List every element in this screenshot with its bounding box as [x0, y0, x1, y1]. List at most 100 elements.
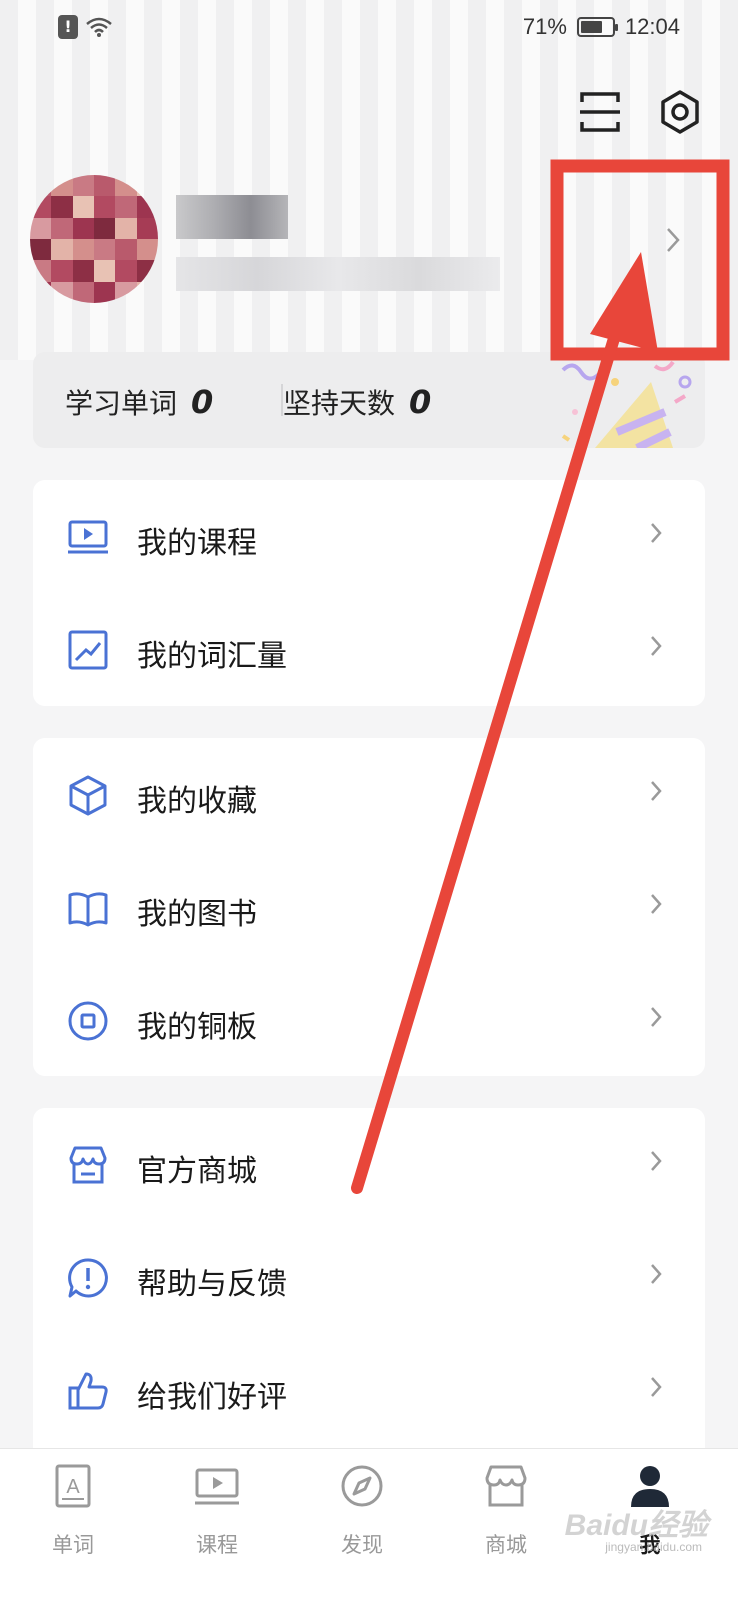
avatar-pixel [115, 196, 137, 218]
svg-text:A: A [66, 1476, 80, 1498]
avatar-pixel [72, 196, 94, 218]
scan-icon[interactable] [576, 88, 624, 136]
menu-label: 我的图书 [137, 897, 257, 932]
avatar-pixel [30, 281, 52, 303]
avatar-pixel [72, 239, 94, 261]
vocabulary-chart-icon [68, 630, 108, 670]
avatar[interactable] [30, 175, 158, 303]
avatar-pixel [94, 239, 116, 261]
menu-item-my-courses[interactable]: 我的课程 [33, 480, 705, 592]
days-stat: 坚持天数 0 [283, 382, 431, 422]
avatar-pixel [115, 260, 137, 282]
menu-label: 我的铜板 [137, 1010, 257, 1045]
tab-label: 发现 [341, 1533, 383, 1557]
battery-icon [576, 17, 618, 37]
menu-group-1: 我的课程 我的词汇量 [33, 480, 705, 706]
chevron-right-icon [651, 1377, 662, 1397]
menu-group-3: 官方商城 帮助与反馈 给我们好评 [33, 1108, 705, 1448]
tab-label: 课程 [196, 1533, 238, 1557]
tab-discover[interactable]: 发现 [302, 1463, 422, 1583]
book-icon [68, 892, 108, 927]
avatar-pixel [51, 239, 73, 261]
menu-label: 帮助与反馈 [137, 1267, 287, 1302]
avatar-pixel [115, 281, 137, 303]
chevron-right-icon [651, 1264, 662, 1284]
menu-item-help-feedback[interactable]: 帮助与反馈 [33, 1221, 705, 1333]
avatar-pixel [94, 196, 116, 218]
chevron-right-icon [651, 781, 662, 801]
avatar-pixel [30, 239, 52, 261]
avatar-pixel [51, 175, 73, 197]
words-value: 0 [191, 383, 214, 421]
course-icon [195, 1468, 239, 1505]
store-icon [69, 1146, 107, 1184]
chevron-right-icon [651, 523, 662, 543]
tab-store[interactable]: 商城 [446, 1463, 566, 1583]
avatar-pixel [115, 239, 137, 261]
status-bar: ! 71% 12:04 [0, 0, 738, 58]
battery-fill [580, 21, 603, 33]
watermark-url: jingyan.baidu.com [605, 1540, 702, 1554]
days-label: 坚持天数 [283, 387, 396, 420]
profile-row[interactable] [30, 175, 710, 315]
status-right: 71% 12:04 [523, 14, 680, 40]
battery-percent: 71% [522, 14, 567, 39]
avatar-pixel [72, 217, 94, 239]
avatar-pixel [136, 281, 158, 303]
tab-label: 商城 [485, 1533, 527, 1557]
avatar-pixel [30, 175, 52, 197]
chevron-right-icon [651, 636, 662, 656]
menu-item-my-books[interactable]: 我的图书 [33, 851, 705, 963]
avatar-pixel [72, 260, 94, 282]
thumbs-up-icon [68, 1372, 108, 1410]
avatar-pixel [94, 260, 116, 282]
words-stat: 学习单词 0 [65, 382, 213, 422]
avatar-pixel [136, 239, 158, 261]
word-card-icon: A [55, 1464, 91, 1508]
tab-courses[interactable]: 课程 [157, 1463, 277, 1583]
username-blurred [176, 195, 288, 239]
clock: 12:04 [624, 14, 680, 39]
menu-item-rate-us[interactable]: 给我们好评 [33, 1334, 705, 1446]
menu-label: 我的课程 [137, 526, 257, 561]
avatar-pixel [94, 217, 116, 239]
menu-label: 给我们好评 [137, 1380, 287, 1415]
sim-alert-icon: ! [58, 15, 78, 39]
chevron-right-icon [651, 894, 662, 914]
avatar-pixel [72, 175, 94, 197]
avatar-pixel [51, 281, 73, 303]
chevron-right-icon[interactable] [666, 227, 680, 253]
menu-item-my-coins[interactable]: 我的铜板 [33, 964, 705, 1076]
avatar-pixel [136, 196, 158, 218]
menu-item-my-vocabulary[interactable]: 我的词汇量 [33, 593, 705, 705]
avatar-pixel [30, 196, 52, 218]
wifi-icon [86, 17, 112, 37]
avatar-pixel [136, 217, 158, 239]
box-icon [69, 775, 107, 816]
watermark: Baidu经验 [564, 1509, 708, 1542]
avatar-pixel [51, 217, 73, 239]
avatar-pixel [72, 281, 94, 303]
menu-item-official-store[interactable]: 官方商城 [33, 1108, 705, 1220]
avatar-pixel [136, 175, 158, 197]
days-value: 0 [409, 383, 432, 421]
menu-label: 我的词汇量 [137, 639, 287, 674]
store-icon [485, 1465, 527, 1507]
avatar-pixel [30, 217, 52, 239]
compass-icon [341, 1465, 383, 1507]
words-label: 学习单词 [65, 387, 178, 420]
coin-icon [68, 1001, 108, 1041]
avatar-pixel [115, 175, 137, 197]
chevron-right-icon [651, 1151, 662, 1171]
user-info-blurred [176, 257, 500, 291]
avatar-pixel [30, 260, 52, 282]
avatar-pixel [115, 217, 137, 239]
avatar-pixel [94, 175, 116, 197]
avatar-pixel [94, 281, 116, 303]
menu-item-my-favorites[interactable]: 我的收藏 [33, 738, 705, 850]
tab-label: 单词 [52, 1533, 94, 1557]
tab-words[interactable]: A 单词 [13, 1463, 133, 1583]
help-chat-icon [68, 1258, 108, 1298]
settings-hexagon-icon[interactable] [656, 88, 704, 136]
status-left: ! [58, 15, 112, 39]
